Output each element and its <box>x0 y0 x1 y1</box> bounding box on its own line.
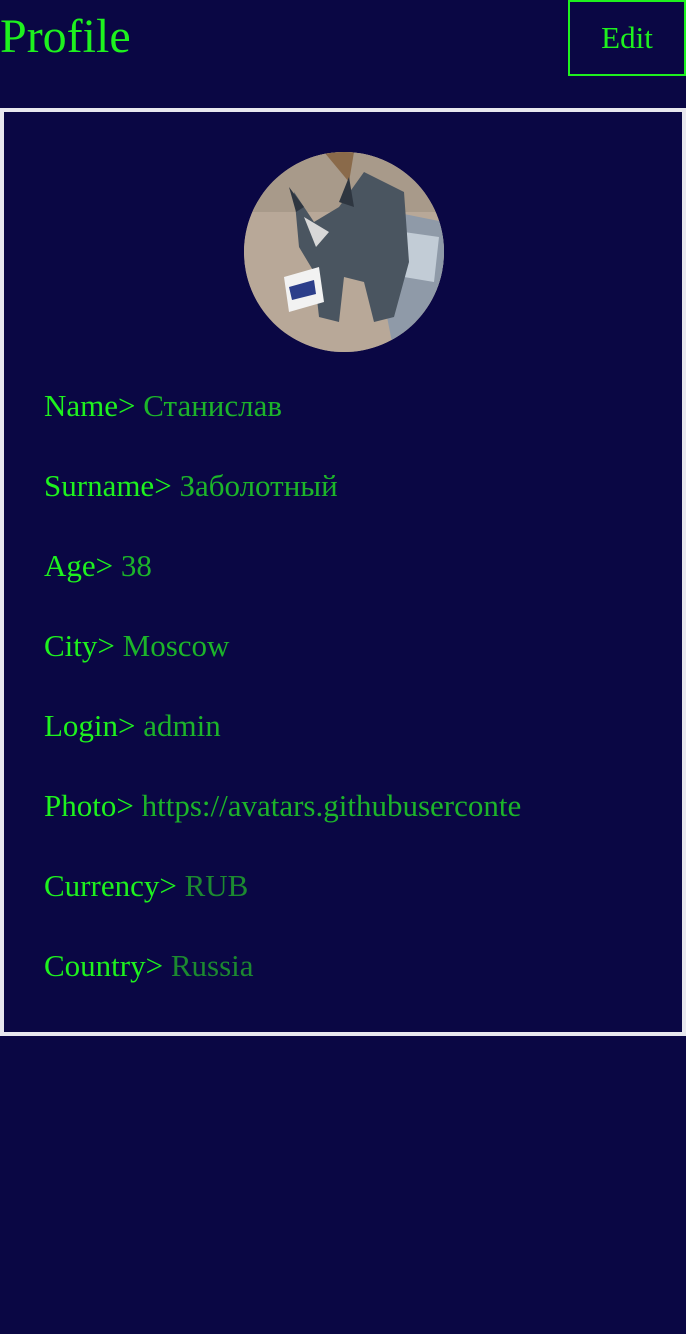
city-value: Moscow <box>122 628 230 663</box>
photo-label: Photo> <box>44 788 134 823</box>
photo-value: https://avatars.githubuserconte <box>141 788 522 823</box>
age-field: Age> 38 <box>44 546 530 586</box>
name-label: Name> <box>44 388 136 423</box>
currency-label: Currency> <box>44 868 177 903</box>
dog-photo-icon <box>244 152 444 352</box>
profile-card: Name> Станислав Surname> Заболотный Age>… <box>0 108 686 1036</box>
age-value: 38 <box>120 548 152 583</box>
header-bar: Profile Edit <box>0 0 686 108</box>
photo-field: Photo> https://avatars.githubuserconte <box>44 786 530 826</box>
age-label: Age> <box>44 548 114 583</box>
surname-label: Surname> <box>44 468 172 503</box>
country-label: Country> <box>44 948 164 983</box>
login-label: Login> <box>44 708 136 743</box>
currency-field: Currency> RUB <box>44 866 530 906</box>
edit-button[interactable]: Edit <box>568 0 686 76</box>
surname-value: Заболотный <box>179 468 338 503</box>
name-field: Name> Станислав <box>44 386 530 426</box>
page-title: Profile <box>0 10 131 63</box>
name-value: Станислав <box>143 388 283 423</box>
city-field: City> Moscow <box>44 626 530 666</box>
login-value: admin <box>143 708 221 743</box>
avatar <box>244 152 444 352</box>
currency-value: RUB <box>184 868 249 903</box>
login-field: Login> admin <box>44 706 530 746</box>
surname-field: Surname> Заболотный <box>44 466 530 506</box>
city-label: City> <box>44 628 115 663</box>
country-field: Country> Russia <box>44 946 530 986</box>
country-value: Russia <box>170 948 254 983</box>
